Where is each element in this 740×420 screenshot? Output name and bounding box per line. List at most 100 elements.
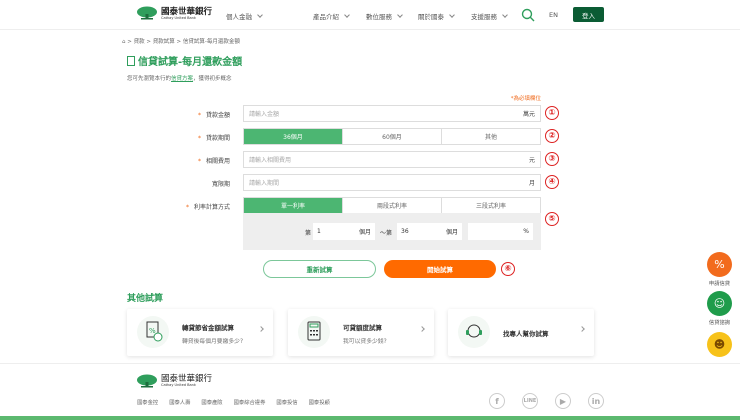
- loan-consult-float-button[interactable]: ☺: [707, 291, 732, 316]
- card-specialist[interactable]: 找專人幫你試算: [448, 309, 594, 356]
- card-subtitle: 我可以貸多少錢?: [343, 339, 387, 345]
- mascot-icon: ☻: [713, 338, 726, 351]
- step-marker: ③: [545, 152, 559, 166]
- chat-agent-icon: ☺: [713, 297, 726, 310]
- unit: 個月: [445, 229, 458, 236]
- chevron-down-icon: [502, 12, 508, 18]
- float-label: 信貸諮詢: [708, 320, 731, 326]
- calculate-button[interactable]: 開始試算: [384, 260, 496, 278]
- footer-logo: 國泰世華銀行 Cathay United Bank: [137, 374, 212, 390]
- footer-link[interactable]: 國泰人壽: [169, 400, 190, 406]
- facebook-icon[interactable]: f: [489, 393, 505, 409]
- page-subtitle: 您可先瀏覽本行的信貸方案，獲得初步概念: [127, 74, 232, 82]
- chatbot-mascot-button[interactable]: ☻: [707, 332, 732, 357]
- rate-label: * 利率計算方式: [185, 204, 230, 211]
- grace-input[interactable]: 請輸入期間 月: [243, 174, 541, 191]
- card-title: 可貸額度試算: [343, 324, 382, 332]
- term-option-other[interactable]: 其他: [441, 129, 540, 144]
- footer-link[interactable]: 國泰投顧: [309, 400, 330, 406]
- term-label: * 貸款期間: [197, 135, 230, 142]
- breadcrumb-item[interactable]: 貸款: [134, 39, 145, 45]
- term-option-60[interactable]: 60個月: [342, 129, 441, 144]
- card-loan-limit[interactable]: 可貸額度試算 我可以貸多少錢?: [288, 309, 434, 356]
- page-title: 信貸試算-每月還款金額: [127, 53, 242, 68]
- amount-input[interactable]: 請輸入金額 萬元: [243, 105, 541, 122]
- chevron-right-icon: [258, 326, 264, 332]
- nav-label: 數位服務: [366, 13, 392, 21]
- percent-hand-icon: %: [714, 258, 725, 271]
- label-text: 貸款期間: [205, 135, 230, 142]
- fee-input[interactable]: 請輸入相關費用 元: [243, 151, 541, 168]
- nav-personal[interactable]: 個人金融: [226, 11, 263, 21]
- youtube-icon[interactable]: ▶: [555, 393, 571, 409]
- reset-button[interactable]: 重新試算: [263, 260, 376, 278]
- calculator-icon: [127, 56, 135, 66]
- loan-plan-link[interactable]: 信貸方案: [171, 76, 193, 82]
- footer-link[interactable]: 國泰綜合證券: [234, 400, 266, 406]
- unit: 個月: [358, 229, 371, 236]
- range-separator: ～第: [380, 230, 393, 237]
- fee-label: * 相關費用: [197, 158, 230, 165]
- breadcrumb-item[interactable]: 貸款試算: [153, 39, 175, 45]
- brand-en: Cathay United Bank: [161, 16, 196, 20]
- chevron-right-icon: [579, 326, 585, 332]
- card-refinance[interactable]: % 轉貸節省金額試算 轉貸後每個月要繳多少?: [127, 309, 273, 356]
- line-icon[interactable]: LINE: [522, 393, 538, 409]
- chevron-right-icon: [419, 326, 425, 332]
- linkedin-icon[interactable]: in: [588, 393, 604, 409]
- rate-option-single[interactable]: 單一利率: [244, 198, 342, 213]
- unit: 月: [528, 180, 535, 187]
- to-month-input[interactable]: 36 個月: [397, 223, 462, 240]
- login-button[interactable]: 登入: [573, 7, 604, 22]
- chevron-down-icon: [397, 12, 403, 18]
- card-title: 轉貸節省金額試算: [182, 324, 234, 332]
- label-text: 相關費用: [205, 158, 230, 165]
- chevron-down-icon: [344, 12, 350, 18]
- rate-option-three-stage[interactable]: 三段式利率: [441, 198, 540, 213]
- breadcrumb-current: 信貸試算-每月還款金額: [182, 39, 240, 45]
- unit: %: [523, 228, 529, 235]
- term-selector: 36個月 60個月 其他: [243, 128, 541, 145]
- footer-link[interactable]: 國泰金控: [137, 400, 158, 406]
- apply-loan-float-button[interactable]: %: [707, 252, 732, 277]
- nav-about[interactable]: 關於國泰: [418, 11, 455, 21]
- nav-digital[interactable]: 數位服務: [366, 11, 403, 21]
- headset-agent-icon: [458, 316, 490, 348]
- search-icon[interactable]: [521, 8, 535, 22]
- nav-support[interactable]: 支援服務: [471, 11, 508, 21]
- from-prefix: 第: [305, 230, 312, 237]
- placeholder: 請輸入相關費用: [249, 157, 292, 164]
- grace-label: 寬限期: [120, 179, 230, 188]
- logo[interactable]: 國泰世華銀行 Cathay United Bank: [137, 6, 212, 22]
- nav-label: 關於國泰: [418, 13, 444, 21]
- rate-detail-panel: 第 1 個月 ～第 36 個月 %: [243, 213, 541, 250]
- divider: [0, 363, 740, 364]
- value: 1: [317, 228, 321, 235]
- rate-percent-input[interactable]: %: [468, 223, 533, 240]
- nav-label: 個人金融: [226, 13, 252, 21]
- chevron-down-icon: [449, 12, 455, 18]
- home-icon[interactable]: ⌂: [122, 39, 126, 45]
- language-toggle[interactable]: EN: [549, 11, 558, 19]
- footer-links: 國泰金控 國泰人壽 國泰產險 國泰綜合證券 國泰投信 國泰投顧: [137, 398, 341, 406]
- label-text: 寬限期: [211, 181, 230, 188]
- required-note: *為必填欄位: [510, 96, 541, 102]
- placeholder: 請輸入期間: [249, 180, 280, 187]
- nav-products[interactable]: 產品介紹: [313, 11, 350, 21]
- sub-text: ，獲得初步概念: [193, 76, 232, 82]
- step-marker: ②: [545, 129, 559, 143]
- footer-bar: [0, 416, 740, 420]
- calculator-icon: [298, 316, 330, 348]
- from-month-input[interactable]: 1 個月: [313, 223, 375, 240]
- step-marker: ⑤: [545, 212, 559, 226]
- value: 36: [401, 228, 409, 235]
- logo-tree-icon: [137, 6, 157, 20]
- footer-link[interactable]: 國泰投信: [276, 400, 297, 406]
- nav-label: 產品介紹: [313, 13, 339, 21]
- term-option-36[interactable]: 36個月: [244, 129, 342, 144]
- rate-option-two-stage[interactable]: 兩段式利率: [342, 198, 441, 213]
- step-marker: ⑥: [501, 262, 515, 276]
- document-percent-icon: %: [137, 316, 169, 348]
- footer-link[interactable]: 國泰產險: [201, 400, 222, 406]
- breadcrumb: ⌂ > 貸款 > 貸款試算 > 信貸試算-每月還款金額: [122, 39, 240, 45]
